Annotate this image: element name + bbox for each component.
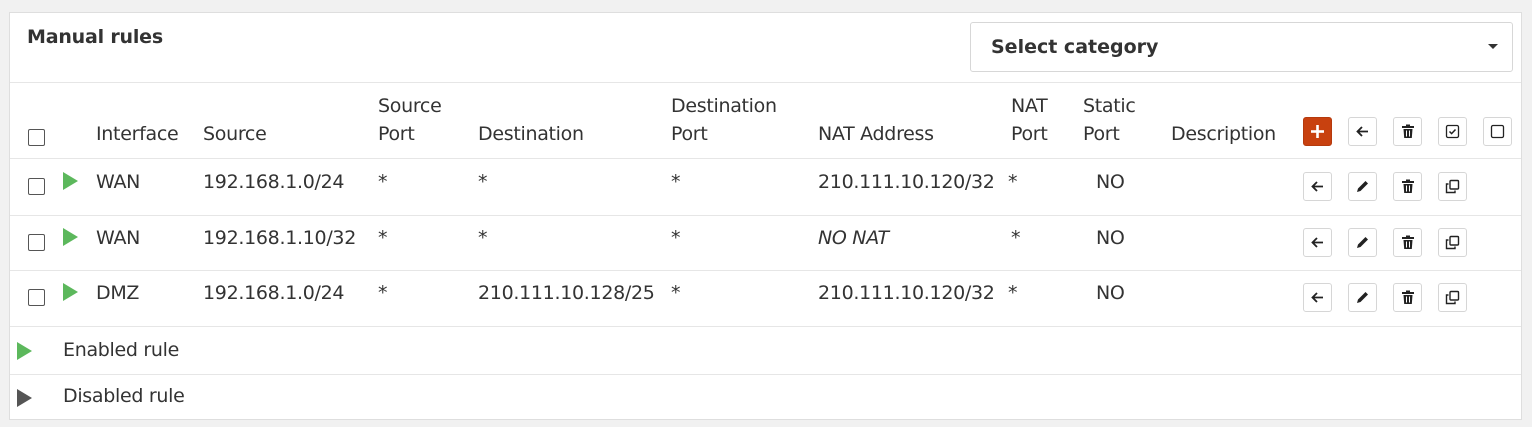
- cell-source-port: *: [378, 171, 388, 193]
- disabled-rule-legend-icon: [17, 389, 32, 407]
- cell-destination-port: *: [671, 227, 681, 249]
- header-static-port-line1: Static: [1083, 95, 1136, 117]
- select-all-checkbox[interactable]: [28, 129, 45, 146]
- cell-destination: *: [478, 227, 488, 249]
- cell-destination: *: [478, 171, 488, 193]
- add-rule-button[interactable]: [1303, 117, 1332, 146]
- divider: [10, 326, 1521, 327]
- clone-rule-button[interactable]: [1438, 283, 1467, 312]
- square-icon: [1490, 124, 1505, 139]
- category-select-value: Select category: [991, 36, 1159, 58]
- cell-destination: 210.111.10.128/25: [478, 282, 655, 304]
- caret-down-icon: [1488, 44, 1498, 49]
- divider: [10, 215, 1521, 216]
- cell-nat-port: *: [1008, 171, 1018, 193]
- arrow-left-icon: [1311, 292, 1323, 303]
- arrow-left-icon: [1311, 237, 1323, 248]
- divider: [10, 82, 1521, 83]
- cell-destination-port: *: [671, 171, 681, 193]
- legend-disabled: Disabled rule: [63, 385, 185, 407]
- trash-icon: [1401, 179, 1414, 193]
- cell-static-port: NO: [1096, 282, 1125, 304]
- trash-icon: [1401, 290, 1414, 304]
- cell-static-port: NO: [1096, 171, 1125, 193]
- cell-nat-address: NO NAT: [818, 227, 889, 249]
- cell-interface: WAN: [96, 171, 141, 193]
- trash-icon: [1401, 235, 1414, 249]
- header-interface: Interface: [96, 123, 179, 145]
- edit-rule-button[interactable]: [1348, 172, 1377, 201]
- cell-interface: WAN: [96, 227, 141, 249]
- delete-selected-button[interactable]: [1393, 117, 1422, 146]
- move-selected-button[interactable]: [1348, 117, 1377, 146]
- divider: [10, 374, 1521, 375]
- cell-nat-address: 210.111.10.120/32: [818, 282, 995, 304]
- move-rule-button[interactable]: [1303, 228, 1332, 257]
- trash-icon: [1401, 124, 1414, 138]
- disable-selected-button[interactable]: [1483, 117, 1512, 146]
- header-source: Source: [203, 123, 267, 145]
- enabled-rule-icon[interactable]: [63, 172, 78, 190]
- clone-rule-button[interactable]: [1438, 172, 1467, 201]
- divider: [10, 270, 1521, 271]
- check-square-icon: [1445, 124, 1460, 139]
- move-rule-button[interactable]: [1303, 283, 1332, 312]
- legend-enabled: Enabled rule: [63, 339, 180, 361]
- cell-interface: DMZ: [96, 282, 140, 304]
- header-nat-port-line2: Port: [1011, 123, 1048, 145]
- enabled-rule-legend-icon: [17, 342, 32, 360]
- plus-icon: [1311, 125, 1324, 138]
- delete-rule-button[interactable]: [1393, 283, 1422, 312]
- clone-icon: [1445, 179, 1460, 194]
- enabled-rule-icon[interactable]: [63, 283, 78, 301]
- header-description: Description: [1171, 123, 1276, 145]
- cell-source-port: *: [378, 282, 388, 304]
- row-checkbox[interactable]: [28, 289, 45, 306]
- header-source-port-line1: Source: [378, 95, 442, 117]
- header-source-port-line2: Port: [378, 123, 415, 145]
- delete-rule-button[interactable]: [1393, 228, 1422, 257]
- category-select[interactable]: Select category: [970, 22, 1513, 72]
- arrow-left-icon: [1311, 181, 1323, 192]
- enable-selected-button[interactable]: [1438, 117, 1467, 146]
- pencil-icon: [1357, 237, 1368, 248]
- pencil-icon: [1357, 292, 1368, 303]
- header-destination: Destination: [478, 123, 584, 145]
- cell-static-port: NO: [1096, 227, 1125, 249]
- edit-rule-button[interactable]: [1348, 228, 1377, 257]
- cell-source: 192.168.1.0/24: [203, 171, 345, 193]
- header-nat-address: NAT Address: [818, 123, 934, 145]
- cell-source: 192.168.1.10/32: [203, 227, 356, 249]
- edit-rule-button[interactable]: [1348, 283, 1377, 312]
- cell-nat-address: 210.111.10.120/32: [818, 171, 995, 193]
- delete-rule-button[interactable]: [1393, 172, 1422, 201]
- clone-icon: [1445, 235, 1460, 250]
- header-static-port-line2: Port: [1083, 123, 1120, 145]
- header-destination-port-line1: Destination: [671, 95, 777, 117]
- header-nat-port-line1: NAT: [1011, 95, 1048, 117]
- header-destination-port-line2: Port: [671, 123, 708, 145]
- enabled-rule-icon[interactable]: [63, 228, 78, 246]
- move-rule-button[interactable]: [1303, 172, 1332, 201]
- row-checkbox[interactable]: [28, 234, 45, 251]
- row-checkbox[interactable]: [28, 178, 45, 195]
- divider: [10, 158, 1521, 159]
- panel-title: Manual rules: [27, 26, 163, 48]
- pencil-icon: [1357, 181, 1368, 192]
- arrow-left-icon: [1356, 126, 1368, 137]
- cell-nat-port: *: [1011, 227, 1021, 249]
- clone-icon: [1445, 290, 1460, 305]
- cell-source: 192.168.1.0/24: [203, 282, 345, 304]
- manual-rules-panel: Manual rules Select category Interface S…: [9, 12, 1522, 420]
- cell-destination-port: *: [671, 282, 681, 304]
- clone-rule-button[interactable]: [1438, 228, 1467, 257]
- cell-source-port: *: [378, 227, 388, 249]
- cell-nat-port: *: [1008, 282, 1018, 304]
